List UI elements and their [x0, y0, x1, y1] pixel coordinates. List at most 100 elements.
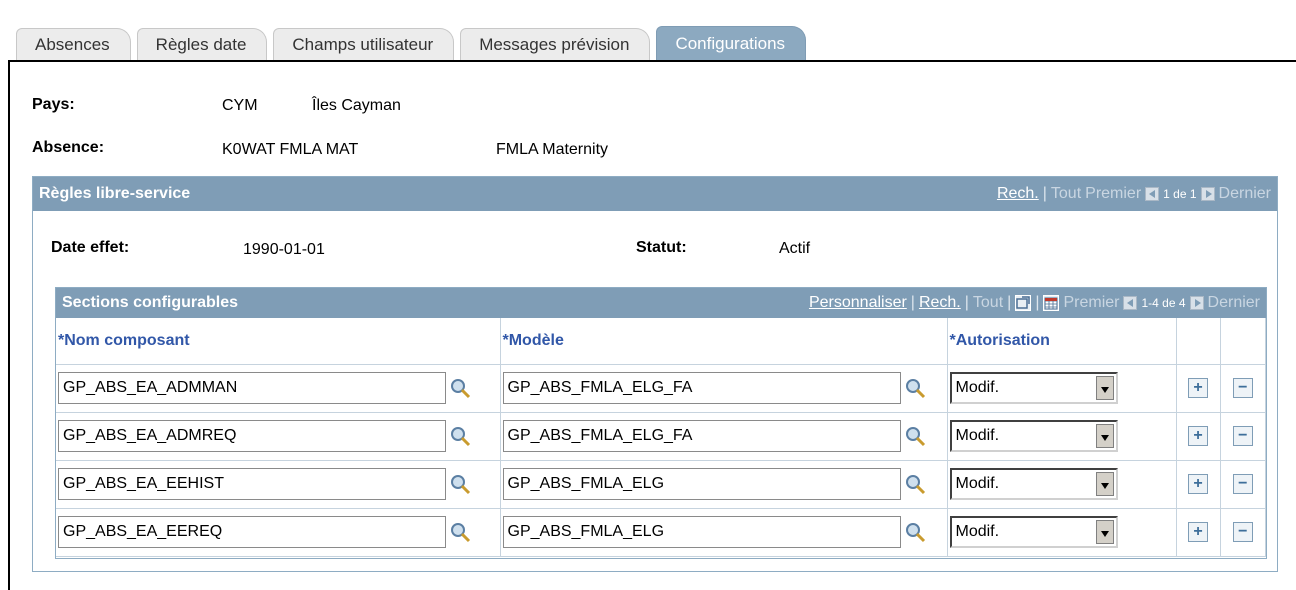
- tab-absences[interactable]: Absences: [16, 28, 131, 60]
- authorization-select[interactable]: Modif.: [949, 516, 1118, 548]
- template-input[interactable]: GP_ABS_FMLA_ELG_FA: [502, 372, 901, 404]
- authorization-cell: Modif.: [947, 364, 1177, 413]
- lookup-icon[interactable]: [449, 473, 471, 495]
- country-name: Îles Cayman: [312, 97, 401, 114]
- configurable-sections-header: Sections configurables Personnaliser | R…: [56, 288, 1266, 318]
- authorization-value: Modif.: [955, 379, 1000, 396]
- self-service-rules-group: Règles libre-service Rech. | Tout Premie…: [32, 176, 1278, 572]
- nav-separator: |: [1042, 185, 1047, 202]
- download-grid-icon[interactable]: [1043, 295, 1060, 311]
- dropdown-arrow-icon[interactable]: [1095, 424, 1114, 448]
- self-service-rules-title: Règles libre-service: [39, 185, 191, 202]
- sections-all-link: Tout: [972, 294, 1004, 311]
- lookup-icon[interactable]: [904, 521, 926, 543]
- component-input[interactable]: GP_ABS_EA_ADMMAN: [58, 372, 446, 404]
- lookup-icon[interactable]: [904, 425, 926, 447]
- component-cell: GP_ABS_EA_ADMMAN: [56, 364, 501, 413]
- authorization-select[interactable]: Modif.: [949, 372, 1118, 404]
- nav-separator: |: [1007, 294, 1012, 311]
- sections-first-link: Premier: [1063, 294, 1120, 311]
- column-header-template: *Modèle: [500, 318, 948, 365]
- lookup-icon[interactable]: [449, 425, 471, 447]
- rules-nav: Rech. | Tout Premier 1 de 1 Dernier: [997, 185, 1271, 203]
- component-input[interactable]: GP_ABS_EA_EEHIST: [58, 468, 446, 500]
- tab-bar: Absences Règles date Champs utilisateur …: [16, 26, 812, 60]
- dropdown-arrow-icon[interactable]: [1095, 472, 1114, 496]
- authorization-select[interactable]: Modif.: [949, 468, 1118, 500]
- status-value: Actif: [779, 240, 811, 257]
- rules-first-link: Premier: [1085, 185, 1142, 202]
- delete-cell: −: [1220, 460, 1266, 509]
- template-cell: GP_ABS_FMLA_ELG_FA: [500, 364, 948, 413]
- nav-separator: |: [1035, 294, 1040, 311]
- sections-last-link: Dernier: [1207, 294, 1260, 311]
- delete-row-button[interactable]: −: [1232, 474, 1253, 494]
- delete-row-button[interactable]: −: [1232, 426, 1253, 446]
- add-cell: +: [1176, 460, 1221, 509]
- lookup-icon[interactable]: [449, 521, 471, 543]
- lookup-icon[interactable]: [449, 377, 471, 399]
- self-service-rules-header: Règles libre-service Rech. | Tout Premie…: [33, 177, 1277, 211]
- configurable-sections-title: Sections configurables: [62, 294, 239, 311]
- tab-configurations[interactable]: Configurations: [656, 26, 807, 60]
- add-row-button[interactable]: +: [1188, 522, 1208, 542]
- template-input[interactable]: GP_ABS_FMLA_ELG: [502, 468, 901, 500]
- rules-count: 1 de 1: [1163, 187, 1197, 201]
- template-cell: GP_ABS_FMLA_ELG: [500, 460, 948, 509]
- template-cell: GP_ABS_FMLA_ELG_FA: [500, 412, 948, 461]
- absence-code: K0WAT FMLA MAT: [222, 141, 359, 158]
- customize-link[interactable]: Personnaliser: [809, 294, 907, 312]
- table-row: GP_ABS_EA_ADMREQ GP_ABS_FMLA_ELG_FA Modi…: [56, 412, 1266, 461]
- component-input[interactable]: GP_ABS_EA_EEREQ: [58, 516, 446, 548]
- lookup-icon[interactable]: [904, 473, 926, 495]
- rules-all-link: Tout: [1050, 185, 1082, 202]
- delete-row-button[interactable]: −: [1232, 378, 1253, 398]
- delete-cell: −: [1220, 364, 1266, 413]
- add-row-button[interactable]: +: [1188, 426, 1208, 446]
- add-row-button[interactable]: +: [1188, 378, 1208, 398]
- rules-search-link[interactable]: Rech.: [997, 185, 1039, 203]
- table-row: GP_ABS_EA_EEHIST GP_ABS_FMLA_ELG Modif. …: [56, 460, 1266, 509]
- dropdown-arrow-icon[interactable]: [1095, 520, 1114, 544]
- configurable-sections-grid: Sections configurables Personnaliser | R…: [55, 287, 1267, 559]
- table-row: GP_ABS_EA_ADMMAN GP_ABS_FMLA_ELG_FA Modi…: [56, 364, 1266, 413]
- table-row: GP_ABS_EA_EEREQ GP_ABS_FMLA_ELG Modif. +…: [56, 508, 1266, 557]
- authorization-cell: Modif.: [947, 460, 1177, 509]
- rules-last-link: Dernier: [1218, 185, 1271, 202]
- status-label: Statut:: [636, 239, 687, 256]
- sections-count: 1-4 de 4: [1141, 296, 1186, 310]
- sections-search-link[interactable]: Rech.: [919, 294, 961, 312]
- effdt-value: 1990-01-01: [243, 241, 325, 258]
- component-input[interactable]: GP_ABS_EA_ADMREQ: [58, 420, 446, 452]
- column-header-component: *Nom composant: [56, 318, 501, 365]
- tab-user-fields[interactable]: Champs utilisateur: [273, 28, 455, 60]
- column-header-authorization: *Autorisation: [947, 318, 1177, 365]
- next-arrow-icon: [1200, 187, 1215, 201]
- tab-forecast-messages[interactable]: Messages prévision: [460, 28, 651, 60]
- authorization-cell: Modif.: [947, 412, 1177, 461]
- prev-arrow-icon: [1145, 187, 1160, 201]
- absence-name: FMLA Maternity: [496, 141, 609, 158]
- prev-arrow-icon: [1123, 296, 1138, 310]
- tab-date-rules[interactable]: Règles date: [136, 28, 268, 60]
- delete-cell: −: [1220, 508, 1266, 557]
- column-header-delete: [1220, 318, 1266, 365]
- next-arrow-icon: [1189, 296, 1204, 310]
- authorization-value: Modif.: [955, 475, 1000, 492]
- authorization-select[interactable]: Modif.: [949, 420, 1118, 452]
- absence-label: Absence:: [32, 139, 105, 156]
- column-header-add: [1176, 318, 1221, 365]
- add-cell: +: [1176, 508, 1221, 557]
- new-window-icon[interactable]: [1015, 295, 1032, 311]
- delete-row-button[interactable]: −: [1232, 522, 1253, 542]
- template-input[interactable]: GP_ABS_FMLA_ELG_FA: [502, 420, 901, 452]
- add-row-button[interactable]: +: [1188, 474, 1208, 494]
- authorization-cell: Modif.: [947, 508, 1177, 557]
- component-cell: GP_ABS_EA_EEHIST: [56, 460, 501, 509]
- dropdown-arrow-icon[interactable]: [1095, 376, 1114, 400]
- add-cell: +: [1176, 364, 1221, 413]
- lookup-icon[interactable]: [904, 377, 926, 399]
- add-cell: +: [1176, 412, 1221, 461]
- nav-separator: |: [910, 294, 915, 311]
- template-input[interactable]: GP_ABS_FMLA_ELG: [502, 516, 901, 548]
